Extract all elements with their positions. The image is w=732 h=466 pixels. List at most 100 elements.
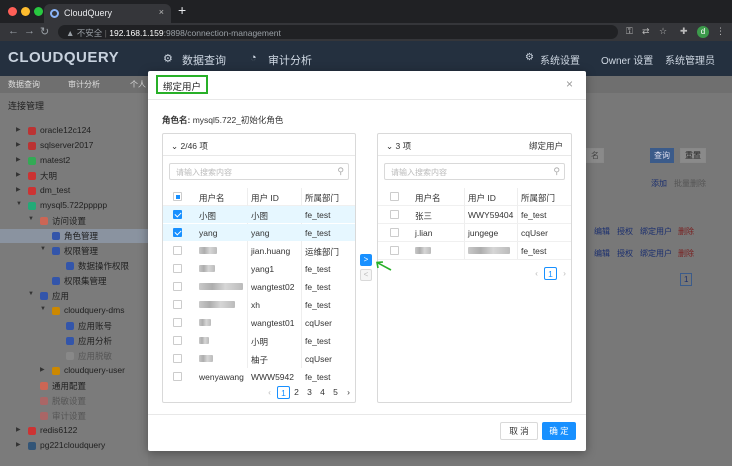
tree-item-daming[interactable]: ▶ 大明 [0,169,148,183]
nav-owner-settings[interactable]: Owner 设置 [601,52,653,67]
select-all-checkbox[interactable] [390,192,399,201]
browser-menu-icon[interactable]: ⋮ [716,26,725,37]
nav-system-admin[interactable]: 系统管理员 [665,52,715,67]
bg-reset-button[interactable]: 重置 [680,148,706,163]
key-icon[interactable]: ⚿ [626,26,633,37]
tree-item-general-config[interactable]: 通用配置 [0,379,148,393]
next-page-button[interactable]: › [342,386,355,399]
source-row[interactable]: yang yang fe_test [163,224,355,241]
target-row[interactable]: j.lian jungege cqUser [378,224,571,241]
star-icon[interactable]: ☆ [659,26,667,37]
row-checkbox[interactable] [173,264,182,273]
bg-bind-link[interactable]: 绑定用户 [640,248,672,259]
source-row[interactable]: wangtest01 cqUser [163,314,355,331]
page-4[interactable]: 4 [316,386,329,399]
row-checkbox[interactable] [173,318,182,327]
select-all-checkbox[interactable] [173,192,182,201]
page-tab-data-query[interactable]: 数据查询 [8,79,40,90]
tree-item-sqlserver2017[interactable]: ▶ sqlserver2017 [0,139,148,153]
nav-audit[interactable]: 审计分析 [268,52,312,68]
prev-page-button[interactable]: ‹ [530,267,543,280]
source-row[interactable]: wenyawang WWW5942 fe_test [163,368,355,385]
new-tab-button[interactable]: + [178,2,186,18]
forward-arrow-icon[interactable]: → [24,25,35,37]
source-row[interactable]: jian.huang 运维部门 [163,242,355,259]
minimize-window-button[interactable] [21,7,30,16]
tree-item-permission-management[interactable]: ▼ 权限管理 [0,244,148,258]
page-tab-audit[interactable]: 审计分析 [68,79,100,90]
profile-avatar[interactable]: d [697,26,709,38]
tree-item-cloudquery-user[interactable]: ▶ cloudquery-user [0,364,148,378]
row-checkbox[interactable] [173,228,182,237]
browser-tab[interactable]: CloudQuery × [44,4,171,23]
bg-edit-link[interactable]: 编辑 [594,226,610,237]
row-checkbox[interactable] [390,246,399,255]
row-checkbox[interactable] [173,210,182,219]
tree-item-role-management[interactable]: 角色管理 [0,229,148,243]
tree-item-app-masking[interactable]: 应用脱敏 [0,349,148,363]
bg-grant-link[interactable]: 授权 [617,248,633,259]
transfer-to-right-button[interactable]: > [360,254,372,266]
source-row[interactable]: yang1 fe_test [163,260,355,277]
source-search-input[interactable]: 请输入搜索内容 ⚲ [169,163,349,180]
tree-item-pg221cloudquery[interactable]: ▶ pg221cloudquery [0,439,148,453]
tree-item-app-account[interactable]: 应用账号 [0,319,148,333]
tree-item-permission-set[interactable]: 权限集管理 [0,274,148,288]
bg-batch-delete[interactable]: 批量删除 [674,178,706,189]
bg-grant-link[interactable]: 授权 [617,226,633,237]
page-5[interactable]: 5 [329,386,342,399]
row-checkbox[interactable] [173,336,182,345]
next-page-button[interactable]: › [558,267,571,280]
close-tab-icon[interactable]: × [159,7,164,17]
modal-close-icon[interactable]: × [566,77,573,91]
tree-item-app-analysis[interactable]: 应用分析 [0,334,148,348]
nav-system-settings[interactable]: 系统设置 [540,52,580,67]
source-count[interactable]: ⌄ 2/46 项 [171,140,208,152]
page-tab-personal[interactable]: 个人 [130,79,146,90]
row-checkbox[interactable] [173,300,182,309]
tree-item-matest2[interactable]: ▶ matest2 [0,154,148,168]
tree-item-application[interactable]: ▼ 应用 [0,289,148,303]
bg-delete-link[interactable]: 删除 [678,226,694,237]
url-input[interactable]: ▲ 不安全 | 192.168.1.159:9898/connection-ma… [58,25,618,39]
tree-item-dm-test[interactable]: ▶ dm_test [0,184,148,198]
target-count[interactable]: ⌄ 3 项 [386,140,411,152]
tree-item-audit-settings[interactable]: 审计设置 [0,409,148,423]
page-1[interactable]: 1 [277,386,290,399]
bg-query-button[interactable]: 查询 [650,148,674,163]
transfer-to-left-button[interactable]: < [360,269,372,281]
target-search-input[interactable]: 请输入搜索内容 ⚲ [384,163,565,180]
source-row[interactable]: 小图 小图 fe_test [163,206,355,223]
row-checkbox[interactable] [173,246,182,255]
bg-search-input[interactable]: 名 [586,148,604,163]
bg-edit-link[interactable]: 编辑 [594,248,610,259]
nav-data-query[interactable]: 数据查询 [182,52,226,68]
row-checkbox[interactable] [173,282,182,291]
row-checkbox[interactable] [173,372,182,381]
tree-item-access-settings[interactable]: ▼ 访问设置 [0,214,148,228]
tree-item-cloudquery-dms[interactable]: ▼ cloudquery-dms [0,304,148,318]
reload-icon[interactable]: ↻ [40,25,49,38]
source-row[interactable]: 小明 fe_test [163,332,355,349]
source-row[interactable]: xh fe_test [163,296,355,313]
target-row[interactable]: fe_test [378,242,571,259]
page-3[interactable]: 3 [303,386,316,399]
source-row[interactable]: wangtest02 fe_test [163,278,355,295]
cancel-button[interactable]: 取 消 [500,422,538,440]
row-checkbox[interactable] [173,354,182,363]
tree-item-masking-settings[interactable]: 脱敏设置 [0,394,148,408]
ok-button[interactable]: 确 定 [542,422,576,440]
close-window-button[interactable] [8,7,17,16]
page-2[interactable]: 2 [290,386,303,399]
prev-page-button[interactable]: ‹ [263,386,276,399]
extensions-icon[interactable]: ✚ [680,26,688,37]
maximize-window-button[interactable] [34,7,43,16]
bg-add-link[interactable]: 添加 [651,178,667,189]
target-row[interactable]: 张三 WWY59404 fe_test [378,206,571,223]
tree-item-data-op-permission[interactable]: 数据操作权限 [0,259,148,273]
back-arrow-icon[interactable]: ← [8,25,19,37]
row-checkbox[interactable] [390,210,399,219]
page-1[interactable]: 1 [544,267,557,280]
bg-page-current[interactable]: 1 [680,273,693,286]
bg-bind-link[interactable]: 绑定用户 [640,226,672,237]
